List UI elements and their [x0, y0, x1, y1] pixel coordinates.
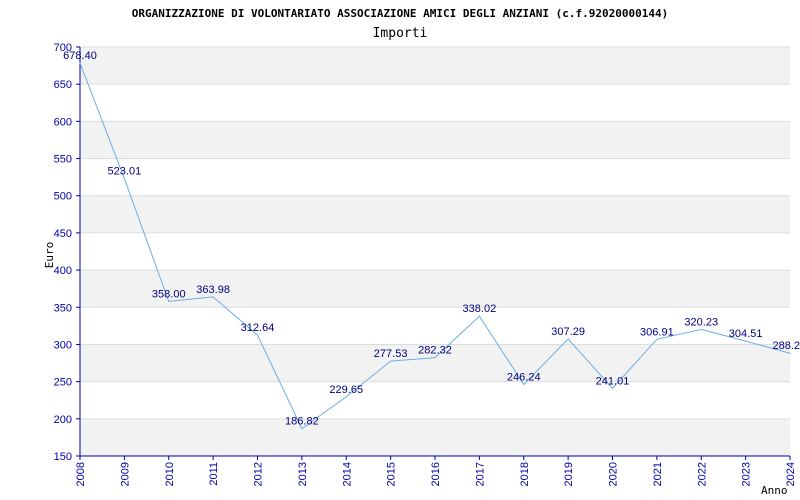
data-label: 312.64	[241, 322, 275, 334]
data-point	[168, 300, 170, 302]
x-tick-label: 2011	[208, 462, 220, 486]
y-tick-label: 450	[54, 228, 72, 240]
data-label: 241.01	[596, 375, 630, 387]
data-label: 358.00	[152, 288, 186, 300]
x-tick-label: 2024	[785, 462, 797, 486]
y-tick-label: 500	[54, 191, 72, 203]
y-tick-label: 150	[54, 451, 72, 463]
data-point	[257, 334, 258, 336]
x-tick-labels: 2008 2009 2010 2011 2012 2013 2014 2015 2016 2017…	[75, 462, 797, 486]
data-label: 320.23	[684, 316, 718, 328]
x-tick-label: 2019	[563, 462, 575, 486]
grid-band	[80, 121, 790, 159]
y-tick-label: 350	[54, 302, 72, 314]
data-label: 186.82	[285, 416, 319, 428]
data-label: 288.2	[772, 340, 800, 352]
data-label: 229.65	[329, 384, 363, 396]
x-tick-label: 2018	[519, 462, 531, 486]
data-label: 307.29	[551, 326, 585, 338]
x-tick-label: 2015	[386, 462, 398, 486]
data-point	[212, 296, 214, 298]
y-tick-label: 650	[54, 79, 72, 91]
grid-band	[80, 270, 790, 308]
data-label: 523.01	[108, 166, 142, 178]
x-tick-label: 2021	[652, 462, 664, 486]
data-point	[301, 428, 303, 430]
x-tick-label: 2023	[741, 462, 753, 486]
grid-band	[80, 47, 790, 85]
line-chart: 150200250300350400450500550600650700 200…	[43, 7, 800, 497]
data-label: 246.24	[507, 371, 541, 383]
data-point	[478, 315, 480, 317]
grid-band	[80, 195, 790, 233]
chart-subtitle: Importi	[373, 26, 428, 41]
x-axis-label: Anno	[761, 484, 788, 497]
x-tick-label: 2013	[297, 462, 309, 486]
data-label: 304.51	[729, 328, 763, 340]
data-point	[79, 62, 81, 64]
data-label: 338.02	[463, 303, 497, 315]
x-tick-label: 2012	[253, 462, 265, 486]
y-axis-label: Euro	[43, 242, 56, 269]
grid-bands	[80, 47, 790, 456]
data-point	[345, 396, 347, 398]
data-point	[523, 383, 525, 385]
x-tick-label: 2010	[164, 462, 176, 486]
data-point	[434, 357, 436, 359]
y-tick-label: 250	[54, 377, 72, 389]
x-tick-label: 2014	[341, 462, 353, 486]
x-tick-label: 2016	[430, 462, 442, 486]
y-tick-label: 550	[54, 154, 72, 166]
x-tick-label: 2020	[608, 462, 620, 486]
x-tick-label: 2008	[75, 462, 87, 486]
data-point	[390, 360, 392, 362]
y-tick-label: 600	[54, 116, 72, 128]
data-point	[700, 328, 702, 330]
data-label: 678.40	[63, 50, 97, 62]
data-point	[745, 340, 747, 342]
data-point	[567, 338, 569, 340]
x-tick-label: 2017	[474, 462, 486, 486]
axes	[76, 46, 791, 460]
y-tick-label: 400	[54, 265, 72, 277]
data-label: 277.53	[374, 348, 408, 360]
x-tick-label: 2022	[696, 462, 708, 486]
data-point	[656, 338, 658, 340]
data-point	[123, 178, 125, 180]
y-tick-labels: 150200250300350400450500550600650700	[54, 42, 72, 463]
data-label: 306.91	[640, 326, 674, 338]
data-label: 363.98	[196, 284, 230, 296]
y-tick-label: 300	[54, 339, 72, 351]
x-tick-label: 2009	[119, 462, 131, 486]
data-point	[612, 387, 613, 389]
data-label: 282.32	[418, 345, 452, 357]
grid-band	[80, 418, 790, 456]
grid-lines	[80, 46, 790, 457]
data-point	[789, 352, 791, 354]
chart-title: ORGANIZZAZIONE DI VOLONTARIATO ASSOCIAZI…	[132, 7, 668, 20]
y-tick-label: 200	[54, 414, 72, 426]
